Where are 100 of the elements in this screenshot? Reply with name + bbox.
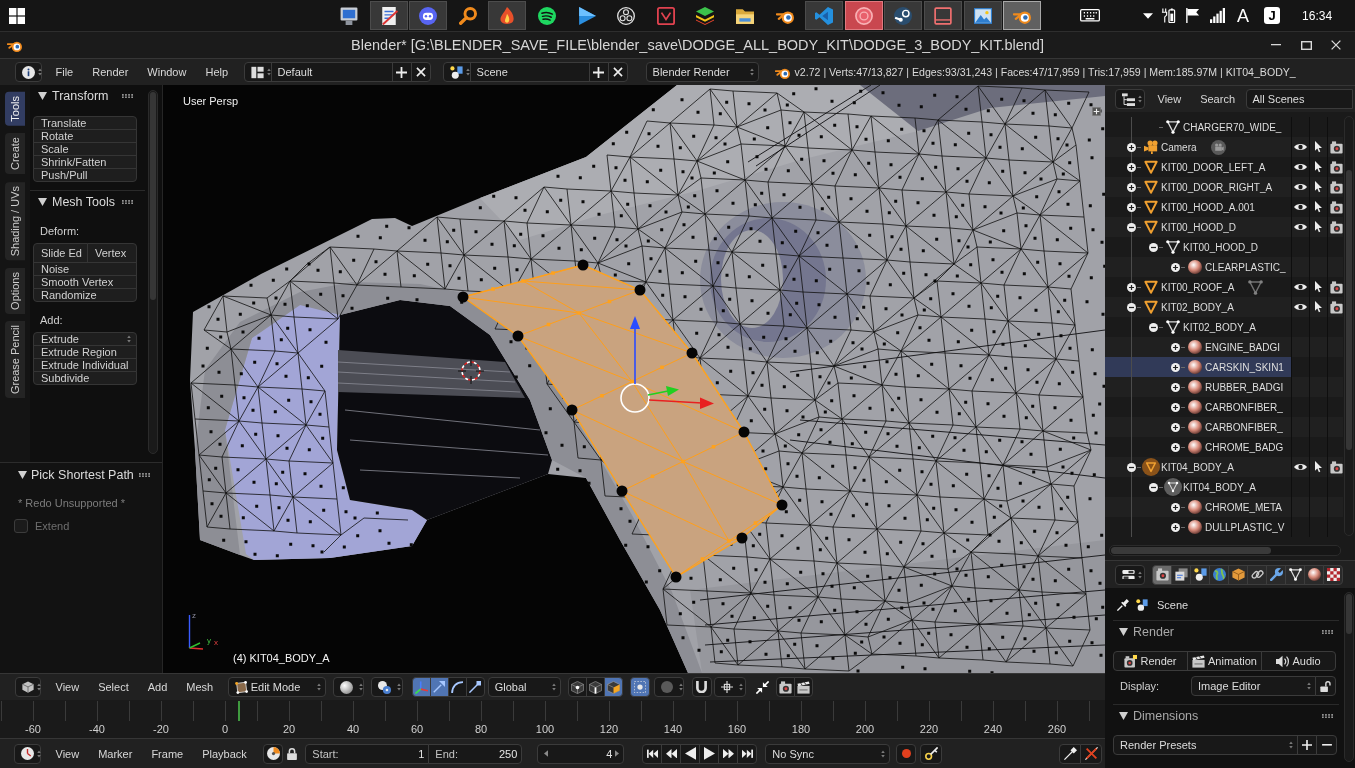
camera-icon[interactable]	[1329, 220, 1343, 234]
item-name[interactable]: CHARGER70_WIDE_	[1183, 121, 1282, 133]
taskbar-button[interactable]	[369, 1, 408, 30]
ime-mode-badge[interactable]: J	[1264, 7, 1281, 24]
menu-item[interactable]: Playback	[192, 743, 257, 764]
context-tab[interactable]	[1152, 564, 1172, 585]
disclosure-triangle-icon[interactable]	[38, 198, 47, 206]
minus-circle-icon[interactable]	[1149, 242, 1158, 252]
plus-circle-icon[interactable]	[1171, 342, 1180, 352]
tool-button[interactable]: Vertex	[87, 243, 137, 263]
playback-button[interactable]	[642, 743, 663, 764]
panel-title[interactable]: Pick Shortest Path	[31, 468, 134, 482]
render-button[interactable]: Animation	[1187, 651, 1262, 671]
outliner-row[interactable]: CARSKIN_SKIN1	[1105, 357, 1343, 377]
manipulator-toggle[interactable]	[411, 677, 431, 697]
outliner-row[interactable]: CLEARPLASTIC_	[1105, 257, 1343, 277]
tool-button[interactable]: Extrude Individual	[33, 358, 137, 372]
mode-dropdown[interactable]: Edit Mode	[227, 677, 326, 697]
eye-icon[interactable]	[1294, 464, 1307, 470]
lock-toggle[interactable]	[1315, 676, 1336, 696]
keyboard-icon[interactable]	[1080, 9, 1101, 22]
eye-icon[interactable]	[1294, 224, 1307, 230]
plus-circle-icon[interactable]	[1171, 422, 1180, 432]
start-button[interactable]	[9, 7, 25, 24]
add-scene-button[interactable]	[588, 62, 609, 82]
delete-layout-button[interactable]	[410, 62, 431, 82]
plug-battery-icon[interactable]	[1160, 8, 1176, 23]
pointer-icon[interactable]	[1315, 461, 1322, 473]
eye-icon[interactable]	[1294, 204, 1307, 210]
plus-circle-icon[interactable]	[1171, 442, 1180, 452]
item-name[interactable]: KIT00_ROOF_A	[1161, 281, 1235, 293]
minus-circle-icon[interactable]	[1127, 302, 1136, 312]
layout-selector[interactable]	[243, 62, 272, 82]
render-button[interactable]: Render	[1113, 651, 1188, 671]
plus-circle-icon[interactable]	[1171, 402, 1180, 412]
panel-title[interactable]: Mesh Tools	[52, 195, 115, 209]
outliner-row[interactable]: Camera	[1105, 137, 1343, 157]
item-name[interactable]: KIT00_HOOD_A.001	[1161, 201, 1255, 213]
scrollbar-thumb[interactable]	[1111, 547, 1271, 554]
item-name[interactable]: KIT04_BODY_A	[1161, 461, 1234, 473]
pointer-icon[interactable]	[1315, 281, 1322, 293]
disclosure-triangle-icon[interactable]	[1119, 712, 1128, 720]
editor-type-button[interactable]	[15, 677, 41, 697]
eye-icon[interactable]	[1294, 164, 1307, 170]
menu-item[interactable]: Marker	[88, 743, 142, 764]
pointer-icon[interactable]	[1315, 301, 1322, 313]
timeline-ruler[interactable]: -60 -40 -20 0 20 40 60 80 100 120 140 160 180 200 220 240 260	[0, 700, 1105, 738]
y-arrow-handle[interactable]	[647, 386, 679, 396]
plus-circle-icon[interactable]	[1171, 262, 1180, 272]
tool-button[interactable]: Smooth Vertex	[33, 275, 137, 289]
panel-title[interactable]: Dimensions	[1133, 709, 1199, 723]
eye-icon[interactable]	[1294, 144, 1307, 150]
plus-circle-icon[interactable]	[1171, 362, 1180, 372]
editor-type-button[interactable]	[15, 62, 42, 82]
signal-bars-icon[interactable]	[1209, 8, 1225, 23]
playback-button[interactable]	[661, 743, 682, 764]
plus-circle-icon[interactable]	[1127, 182, 1136, 192]
item-name[interactable]: DULLPLASTIC_V	[1205, 521, 1285, 533]
scrollbar-thumb[interactable]	[1346, 170, 1352, 450]
menu-item[interactable]: Select	[88, 677, 139, 697]
item-name[interactable]: KIT00_DOOR_RIGHT_A	[1161, 181, 1273, 193]
tool-button[interactable]: Translate	[33, 116, 137, 130]
camera-icon[interactable]	[1329, 200, 1343, 214]
outliner-row[interactable]: KIT00_HOOD_D	[1105, 217, 1343, 237]
plus-circle-icon[interactable]	[1171, 522, 1180, 532]
panel-title[interactable]: Render	[1133, 625, 1174, 639]
menu-item[interactable]: Add	[138, 677, 177, 697]
pointer-icon[interactable]	[1315, 201, 1322, 213]
auto-keying-button[interactable]	[263, 743, 284, 764]
add-preset-button[interactable]	[1297, 735, 1317, 755]
pointer-icon[interactable]	[1315, 141, 1322, 153]
tool-button[interactable]: Rotate	[33, 129, 137, 143]
snap-toggle[interactable]	[691, 677, 712, 697]
minus-circle-icon[interactable]	[1127, 222, 1136, 232]
menu-item[interactable]: File	[46, 62, 83, 82]
camera-icon[interactable]	[1329, 460, 1343, 474]
menu-item[interactable]: Window	[137, 62, 196, 82]
context-tab[interactable]	[1266, 564, 1286, 585]
plus-circle-icon[interactable]	[1171, 382, 1180, 392]
menu-item[interactable]: Render	[82, 62, 138, 82]
playback-button[interactable]	[699, 743, 720, 764]
shelf-tab[interactable]: Options	[5, 267, 25, 314]
x-arrow-handle[interactable]	[648, 397, 714, 409]
minus-circle-icon[interactable]	[1149, 482, 1158, 492]
editor-type-button[interactable]	[1115, 564, 1145, 585]
menu-item[interactable]: Search	[1190, 89, 1245, 109]
scrollbar-thumb[interactable]	[1346, 594, 1352, 634]
item-name[interactable]: CARBONFIBER_	[1205, 401, 1283, 413]
remove-preset-button[interactable]	[1316, 735, 1337, 755]
outliner-row[interactable]: ENGINE_BADGI	[1105, 337, 1343, 357]
minus-circle-icon[interactable]	[1149, 322, 1158, 332]
display-dropdown[interactable]: Image Editor	[1191, 676, 1316, 696]
context-tab[interactable]	[1323, 564, 1343, 585]
delete-keyframe-button[interactable]	[1080, 743, 1102, 764]
context-tab[interactable]	[1304, 564, 1324, 585]
taskbar-button[interactable]	[1003, 1, 1042, 30]
context-tab[interactable]	[1190, 564, 1210, 585]
playback-button[interactable]	[737, 743, 758, 764]
item-name[interactable]: KIT02_BODY_A	[1183, 321, 1256, 333]
context-tab[interactable]	[1285, 564, 1305, 585]
